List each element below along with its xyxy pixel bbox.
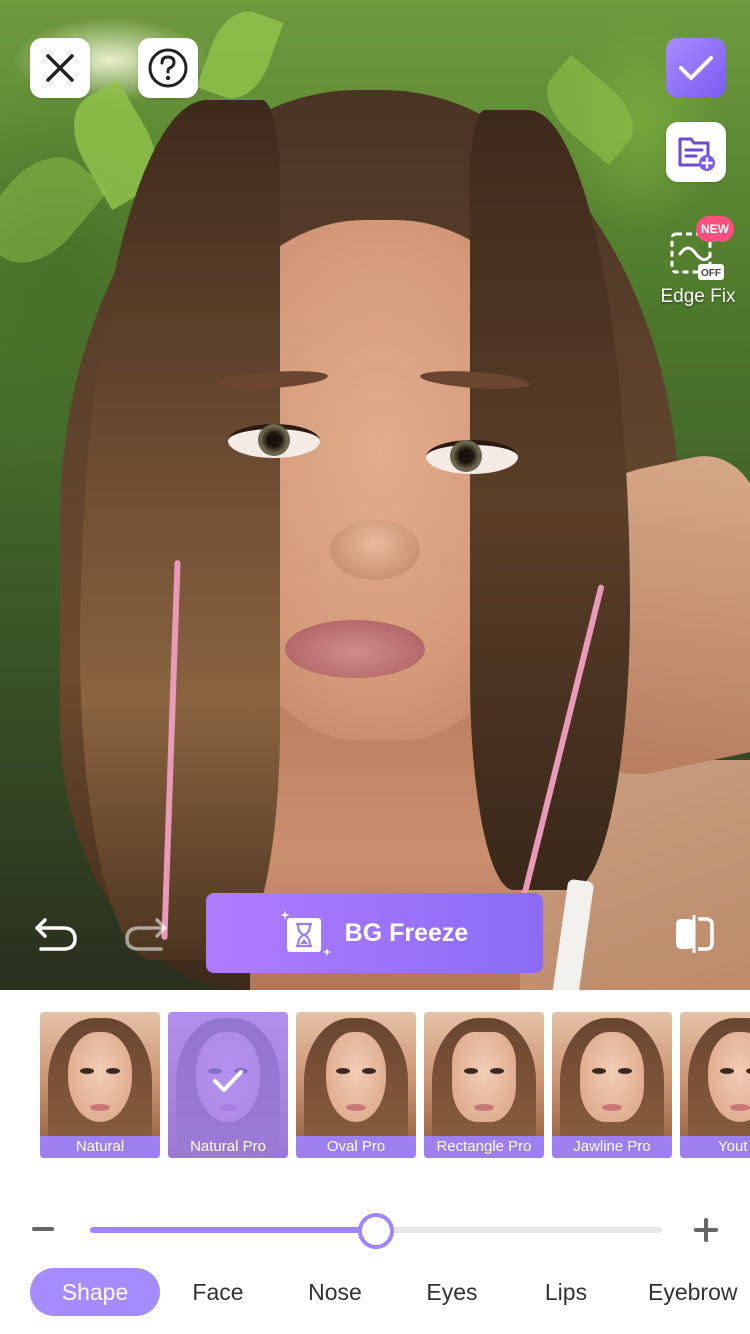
subject-iris-left	[258, 424, 290, 456]
compare-icon	[676, 915, 714, 953]
tab-shape[interactable]: Shape	[30, 1268, 160, 1316]
preset-label: Natural	[40, 1136, 160, 1158]
bg-freeze-button[interactable]: BG Freeze	[206, 893, 543, 973]
undo-button[interactable]	[30, 910, 82, 958]
tab-face[interactable]: Face	[180, 1268, 256, 1316]
preset-rectangle-pro[interactable]: Rectangle Pro	[424, 1012, 544, 1158]
redo-button[interactable]	[120, 910, 172, 958]
checkmark-icon	[213, 1070, 243, 1092]
checkmark-icon	[679, 56, 713, 80]
subject-hair-right	[470, 110, 630, 890]
preset-label: Jawline Pro	[552, 1136, 672, 1158]
tab-eyebrow[interactable]: Eyebrow	[648, 1268, 750, 1316]
photo-canvas[interactable]	[0, 0, 750, 990]
undo-icon	[35, 918, 77, 951]
preset-label: Natural Pro	[190, 1138, 266, 1155]
edit-panel: Natural Natural Pro Oval Pro Rectangle P…	[0, 990, 750, 1334]
preset-label: Rectangle Pro	[424, 1136, 544, 1158]
bg-freeze-label: BG Freeze	[344, 918, 469, 947]
preset-carousel[interactable]: Natural Natural Pro Oval Pro Rectangle P…	[0, 1012, 750, 1158]
hourglass-icon	[280, 910, 331, 956]
minus-icon[interactable]	[32, 1227, 54, 1231]
tab-nose[interactable]: Nose	[296, 1268, 374, 1316]
help-button[interactable]	[138, 38, 198, 98]
edge-fix-state: OFF	[701, 268, 721, 279]
background-leaf	[196, 2, 284, 108]
tab-lips[interactable]: Lips	[530, 1268, 602, 1316]
plus-icon[interactable]	[704, 1218, 708, 1242]
preset-oval-pro[interactable]: Oval Pro	[296, 1012, 416, 1158]
intensity-slider[interactable]	[0, 1200, 750, 1260]
tab-eyes[interactable]: Eyes	[414, 1268, 490, 1316]
save-to-folder-button[interactable]	[666, 122, 726, 182]
edge-fix-toggle[interactable]: OFF NEW Edge Fix	[650, 214, 746, 314]
preset-label: Yout	[680, 1136, 750, 1158]
close-icon	[46, 54, 74, 82]
compare-button[interactable]	[668, 910, 720, 958]
confirm-button[interactable]	[666, 38, 726, 98]
slider-fill	[90, 1227, 376, 1233]
preset-jawline-pro[interactable]: Jawline Pro	[552, 1012, 672, 1158]
help-icon	[148, 48, 188, 88]
subject-hair-left	[80, 100, 280, 960]
preset-natural[interactable]: Natural	[40, 1012, 160, 1158]
preset-label: Oval Pro	[296, 1136, 416, 1158]
preset-natural-pro[interactable]: Natural Pro	[168, 1012, 288, 1158]
subject-iris-right	[450, 440, 482, 472]
subject-lips	[285, 620, 425, 678]
close-button[interactable]	[30, 38, 90, 98]
new-badge: NEW	[696, 216, 734, 242]
preset-youth[interactable]: Yout	[680, 1012, 750, 1158]
redo-icon	[125, 918, 167, 951]
edge-fix-label: Edge Fix	[660, 286, 736, 307]
slider-thumb[interactable]	[358, 1213, 394, 1249]
category-tabs: Shape Face Nose Eyes Lips Eyebrow	[0, 1268, 750, 1318]
folder-add-icon	[678, 137, 715, 171]
subject-nose	[330, 520, 420, 580]
